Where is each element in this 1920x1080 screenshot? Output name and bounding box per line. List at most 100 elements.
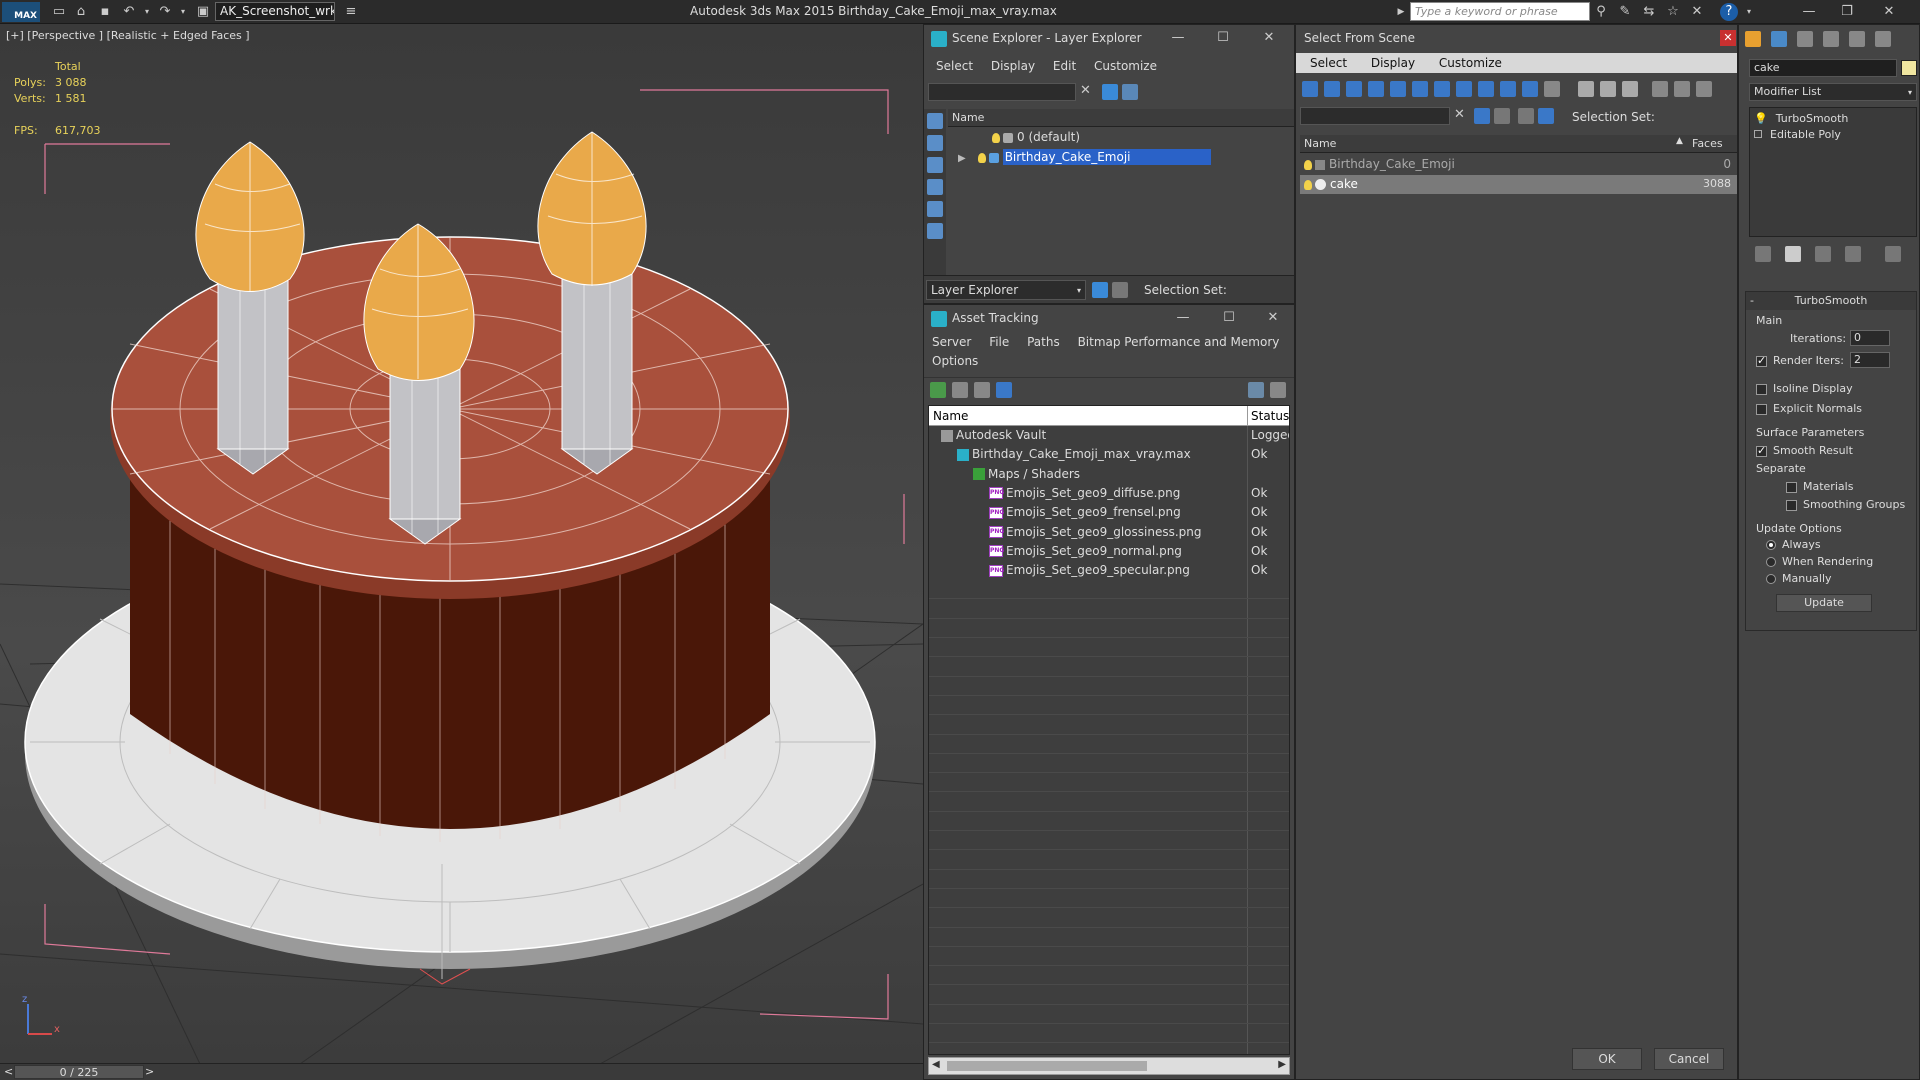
update-button[interactable]: Update <box>1776 594 1872 612</box>
thumbnail-view-icon[interactable] <box>974 382 990 398</box>
undo-icon[interactable]: ↶ <box>120 3 138 21</box>
asset-row[interactable]: Maps / Shaders <box>929 465 1289 484</box>
sort-ascending-icon[interactable]: ▲ <box>1676 136 1683 146</box>
filter-shapes-icon[interactable] <box>1324 81 1340 97</box>
menu-paths[interactable]: Paths <box>1027 335 1060 349</box>
minimize-icon[interactable]: — <box>1800 3 1818 21</box>
filter-frozen-icon[interactable] <box>1522 81 1538 97</box>
exchange-icon[interactable]: ⇆ <box>1640 3 1658 21</box>
rollout-header[interactable]: - TurboSmooth <box>1746 292 1916 310</box>
timeline-prev-button[interactable]: < <box>4 1065 13 1078</box>
menu-select[interactable]: Select <box>936 59 973 73</box>
asset-horizontal-scrollbar[interactable]: ◀ ▶ <box>928 1057 1290 1075</box>
select-layers-icon[interactable] <box>1494 108 1510 124</box>
list-view-icon[interactable] <box>952 382 968 398</box>
smoothing-groups-checkbox[interactable] <box>1786 499 1797 511</box>
scroll-thumb[interactable] <box>947 1061 1147 1071</box>
asset-row[interactable]: Autodesk Vault Logged <box>929 426 1289 445</box>
asset-row[interactable]: PNG Emojis_Set_geo9_glossiness.png Ok <box>929 523 1289 542</box>
asset-table-header[interactable]: Name Status <box>929 406 1289 426</box>
visibility-bulb-icon[interactable] <box>1304 179 1312 190</box>
select-layer-view-icon[interactable] <box>1518 108 1534 124</box>
stack-item-editable-poly[interactable]: Editable Poly <box>1754 128 1841 141</box>
hierarchy-tab-icon[interactable] <box>1797 31 1813 47</box>
show-end-result-icon[interactable] <box>1785 246 1801 262</box>
timeline-next-button[interactable]: > <box>145 1065 154 1078</box>
favorites-icon[interactable]: ☆ <box>1664 3 1682 21</box>
asset-row[interactable]: PNG Emojis_Set_geo9_frensel.png Ok <box>929 503 1289 522</box>
project-folder-icon[interactable]: ▣ <box>194 3 212 21</box>
keyword-search-input[interactable]: Type a keyword or phrase <box>1410 2 1590 21</box>
scene-explorer-maximize-icon[interactable]: ☐ <box>1214 29 1232 47</box>
open-file-icon[interactable]: ⌂ <box>72 3 90 21</box>
binoculars-icon[interactable]: ⚲ <box>1592 3 1610 21</box>
select-none-icon[interactable] <box>1600 81 1616 97</box>
menu-file[interactable]: File <box>989 335 1009 349</box>
menu-display[interactable]: Display <box>1371 56 1415 70</box>
asset-tracking-minimize-icon[interactable]: — <box>1174 309 1192 327</box>
filter-cameras-icon[interactable] <box>1368 81 1384 97</box>
filter-lights-icon[interactable] <box>1346 81 1362 97</box>
tools-icon[interactable]: ✎ <box>1616 3 1634 21</box>
select-hierarchy-icon[interactable] <box>1538 108 1554 124</box>
save-icon[interactable]: ▪ <box>96 3 114 21</box>
close-app-icon[interactable]: ✕ <box>1880 3 1898 21</box>
hierarchy-icon[interactable] <box>1112 282 1128 298</box>
ok-button[interactable]: OK <box>1572 1048 1642 1070</box>
display-shapes-icon[interactable] <box>927 135 943 151</box>
smooth-result-checkbox[interactable] <box>1756 444 1767 457</box>
close-search-icon[interactable]: ✕ <box>1688 3 1706 21</box>
make-unique-icon[interactable] <box>1815 246 1831 262</box>
layer-row-default[interactable]: 0 (default) <box>948 128 1294 147</box>
select-row-birthday-cake[interactable]: Birthday_Cake_Emoji 0 <box>1300 155 1737 174</box>
app-logo[interactable]: MAX <box>2 2 40 22</box>
display-lights-icon[interactable] <box>927 157 943 173</box>
filter-spacewarps-icon[interactable] <box>1412 81 1428 97</box>
undo-dropdown-icon[interactable]: ▾ <box>138 3 156 21</box>
select-search-input[interactable] <box>1300 107 1450 125</box>
select-from-scene-close-icon[interactable]: ✕ <box>1720 30 1736 46</box>
remove-modifier-icon[interactable] <box>1845 246 1861 262</box>
clear-search-icon[interactable]: ✕ <box>1080 83 1091 98</box>
configure-sets-icon[interactable] <box>1885 246 1901 262</box>
render-iters-checkbox[interactable] <box>1756 354 1767 367</box>
display-cameras-icon[interactable] <box>927 179 943 195</box>
help-dropdown-icon[interactable]: ▾ <box>1740 3 1758 21</box>
column-options-icon[interactable] <box>1696 81 1712 97</box>
refresh-icon[interactable] <box>930 382 946 398</box>
search-arrow-icon[interactable]: ▶ <box>1392 3 1410 21</box>
asset-row[interactable]: PNG Emojis_Set_geo9_specular.png Ok <box>929 561 1289 580</box>
menu-bitmap-performance[interactable]: Bitmap Performance and Memory <box>1078 335 1280 349</box>
manually-radio[interactable] <box>1766 574 1776 584</box>
object-color-swatch[interactable] <box>1901 60 1917 76</box>
object-name-field[interactable]: cake <box>1749 59 1897 77</box>
explicit-normals-checkbox[interactable] <box>1756 403 1767 415</box>
iterations-spinner[interactable]: 0 <box>1850 330 1890 346</box>
visibility-bulb-icon[interactable] <box>1304 159 1312 170</box>
expand-box-icon[interactable] <box>1754 130 1762 138</box>
filter-bones-icon[interactable] <box>1478 81 1494 97</box>
visibility-bulb-icon[interactable] <box>992 132 1000 143</box>
menu-customize[interactable]: Customize <box>1439 56 1502 70</box>
help-tracking-icon[interactable] <box>1248 382 1264 398</box>
scene-explorer-search[interactable] <box>928 83 1076 101</box>
cancel-button[interactable]: Cancel <box>1654 1048 1724 1070</box>
lightbulb-icon[interactable]: 💡 <box>1754 112 1768 125</box>
visibility-bulb-icon[interactable] <box>977 152 986 163</box>
select-all-icon[interactable] <box>1578 81 1594 97</box>
materials-checkbox[interactable] <box>1786 481 1797 493</box>
select-list-header[interactable]: Name ▲ Faces <box>1300 135 1737 153</box>
rollout-collapse-icon[interactable]: - <box>1750 294 1754 307</box>
pin-stack-icon[interactable] <box>1755 246 1771 262</box>
motion-tab-icon[interactable] <box>1823 31 1839 47</box>
time-slider[interactable]: 0 / 225 <box>14 1065 144 1079</box>
filter-containers-icon[interactable] <box>1500 81 1516 97</box>
restore-icon[interactable]: ❐ <box>1838 3 1856 21</box>
asset-tracking-maximize-icon[interactable]: ☐ <box>1220 309 1238 327</box>
scene-explorer-close-icon[interactable]: ✕ <box>1260 29 1278 47</box>
funnel-icon[interactable] <box>1652 81 1668 97</box>
timeline-bar[interactable]: < 0 / 225 > <box>0 1063 923 1080</box>
display-tab-icon[interactable] <box>1849 31 1865 47</box>
filter-hidden-icon[interactable] <box>1544 81 1560 97</box>
redo-dropdown-icon[interactable]: ▾ <box>174 3 192 21</box>
